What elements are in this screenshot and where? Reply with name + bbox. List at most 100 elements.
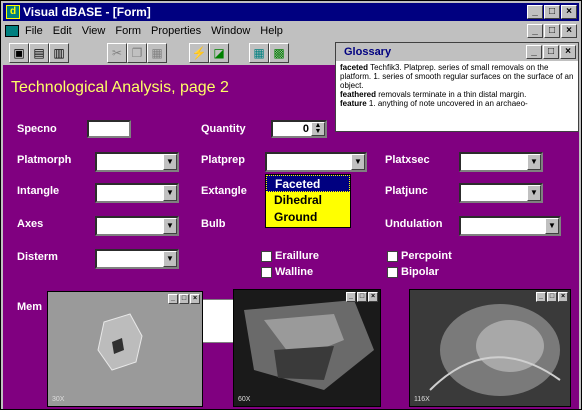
doc-restore-button[interactable]: □ [544, 24, 560, 38]
glossary-maximize-button[interactable]: □ [543, 45, 559, 59]
img-minimize-button[interactable]: _ [536, 292, 546, 302]
checkbox-icon[interactable] [261, 250, 272, 262]
platmorph-combo[interactable]: ▼ [95, 152, 179, 172]
dropdown-option-faceted[interactable]: Faceted [266, 175, 350, 192]
cut-icon: ✂ [111, 46, 123, 60]
label-platjunc: Platjunc [385, 185, 428, 197]
eraillure-label: Eraillure [275, 250, 320, 262]
menu-form[interactable]: Form [115, 25, 141, 37]
window-title: Visual dBASE - [Form] [23, 5, 151, 19]
label-platprep: Platprep [201, 154, 246, 166]
close-button[interactable]: × [561, 5, 577, 19]
percpoint-checkbox[interactable]: Percpoint [387, 250, 452, 262]
doc-minimize-button[interactable]: _ [527, 24, 543, 38]
copy-button[interactable]: ❐ [127, 43, 147, 63]
table-button[interactable]: ▦ [249, 43, 269, 63]
platprep-combo[interactable]: ▼ [265, 152, 367, 172]
checkbox-icon[interactable] [387, 250, 398, 262]
glossary-minimize-button[interactable]: _ [526, 45, 542, 59]
label-undulation: Undulation [385, 218, 443, 230]
img-close-button[interactable]: × [190, 294, 200, 304]
chevron-down-icon[interactable]: ▼ [527, 154, 541, 170]
quantity-value: 0 [302, 123, 309, 135]
design-icon: ◪ [213, 46, 225, 60]
checkbox-icon[interactable] [387, 266, 398, 278]
label-extangle: Extangle [201, 185, 247, 197]
cut-button[interactable]: ✂ [107, 43, 127, 63]
glossary-close-button[interactable]: × [560, 45, 576, 59]
memo-field[interactable] [199, 299, 235, 343]
checkbox-icon[interactable] [261, 266, 272, 278]
glossary-definition: Techfik3. Platprep. series of small remo… [340, 63, 574, 90]
glossary-window[interactable]: Glossary _ □ × faceted Techfik3. Platpre… [335, 42, 579, 132]
image-window-116x[interactable]: _ □ × 116X [409, 289, 571, 407]
menu-edit[interactable]: Edit [53, 25, 72, 37]
menu-window[interactable]: Window [211, 25, 250, 37]
bipolar-checkbox[interactable]: Bipolar [387, 266, 439, 278]
menu-view[interactable]: View [82, 25, 106, 37]
platjunc-combo[interactable]: ▼ [459, 183, 543, 203]
image-window-60x[interactable]: _ □ × 60X [233, 289, 381, 407]
platprep-dropdown-list: Faceted Dihedral Ground [265, 174, 351, 228]
glossary-window-controls: _ □ × [525, 45, 576, 59]
print-icon: ▥ [53, 46, 65, 60]
save-icon: ▤ [33, 46, 45, 60]
label-platxsec: Platxsec [385, 154, 430, 166]
menu-properties[interactable]: Properties [151, 25, 201, 37]
chevron-down-icon[interactable]: ▼ [527, 185, 541, 201]
document-icon[interactable] [5, 25, 19, 37]
chevron-down-icon[interactable]: ▼ [163, 218, 177, 234]
chevron-down-icon[interactable]: ▼ [351, 154, 365, 170]
img-maximize-button[interactable]: □ [179, 294, 189, 304]
doc-close-button[interactable]: × [561, 24, 577, 38]
main-window: d Visual dBASE - [Form] _ □ × File Edit … [0, 0, 582, 410]
table-icon: ▦ [253, 46, 265, 60]
label-specno: Specno [17, 123, 57, 135]
image-window-30x[interactable]: _ □ × 30X [47, 291, 203, 407]
dropdown-option-ground[interactable]: Ground [266, 209, 350, 226]
axes-combo[interactable]: ▼ [95, 216, 179, 236]
run-icon: ⚡ [191, 46, 207, 60]
chevron-down-icon[interactable]: ▼ [545, 218, 559, 234]
maximize-button[interactable]: □ [544, 5, 560, 19]
print-button[interactable]: ▥ [49, 43, 69, 63]
window-controls: _ □ × [526, 5, 577, 19]
intangle-combo[interactable]: ▼ [95, 183, 179, 203]
disterm-combo[interactable]: ▼ [95, 249, 179, 269]
save-button[interactable]: ▤ [29, 43, 49, 63]
design-button[interactable]: ◪ [209, 43, 229, 63]
paste-button[interactable]: ▦ [147, 43, 167, 63]
img-minimize-button[interactable]: _ [168, 294, 178, 304]
chevron-down-icon[interactable]: ▼ [163, 251, 177, 267]
open-button[interactable]: ▣ [9, 43, 29, 63]
dropdown-option-dihedral[interactable]: Dihedral [266, 192, 350, 209]
undulation-combo[interactable]: ▼ [459, 216, 561, 236]
micrograph-30x [48, 292, 202, 406]
platxsec-combo[interactable]: ▼ [459, 152, 543, 172]
dbase-app-icon[interactable]: d [6, 5, 20, 19]
img-close-button[interactable]: × [368, 292, 378, 302]
img-maximize-button[interactable]: □ [547, 292, 557, 302]
image-window-controls: _ □ × [535, 292, 568, 302]
img-minimize-button[interactable]: _ [346, 292, 356, 302]
menu-help[interactable]: Help [260, 25, 283, 37]
img-maximize-button[interactable]: □ [357, 292, 367, 302]
chevron-down-icon[interactable]: ▼ [163, 154, 177, 170]
form-button[interactable]: ▩ [269, 43, 289, 63]
minimize-button[interactable]: _ [527, 5, 543, 19]
run-button[interactable]: ⚡ [189, 43, 209, 63]
chevron-down-icon[interactable]: ▼ [163, 185, 177, 201]
walline-label: Walline [275, 266, 314, 278]
walline-checkbox[interactable]: Walline [261, 266, 313, 278]
magnification-label: 116X [414, 396, 430, 403]
specno-field[interactable] [87, 120, 131, 138]
image-window-controls: _ □ × [167, 294, 200, 304]
spin-arrows-icon[interactable]: ▲ ▼ [311, 122, 325, 136]
eraillure-checkbox[interactable]: Eraillure [261, 250, 319, 262]
toolbar: ▣ ▤ ▥ ✂ ❐ ▦ ⚡ ◪ ▦ ▩ [3, 41, 333, 63]
menu-file[interactable]: File [25, 25, 43, 37]
quantity-stepper[interactable]: 0 ▲ ▼ [271, 120, 327, 138]
title-bar[interactable]: d Visual dBASE - [Form] _ □ × [3, 3, 579, 21]
img-close-button[interactable]: × [558, 292, 568, 302]
label-memo: Mem [17, 301, 43, 313]
